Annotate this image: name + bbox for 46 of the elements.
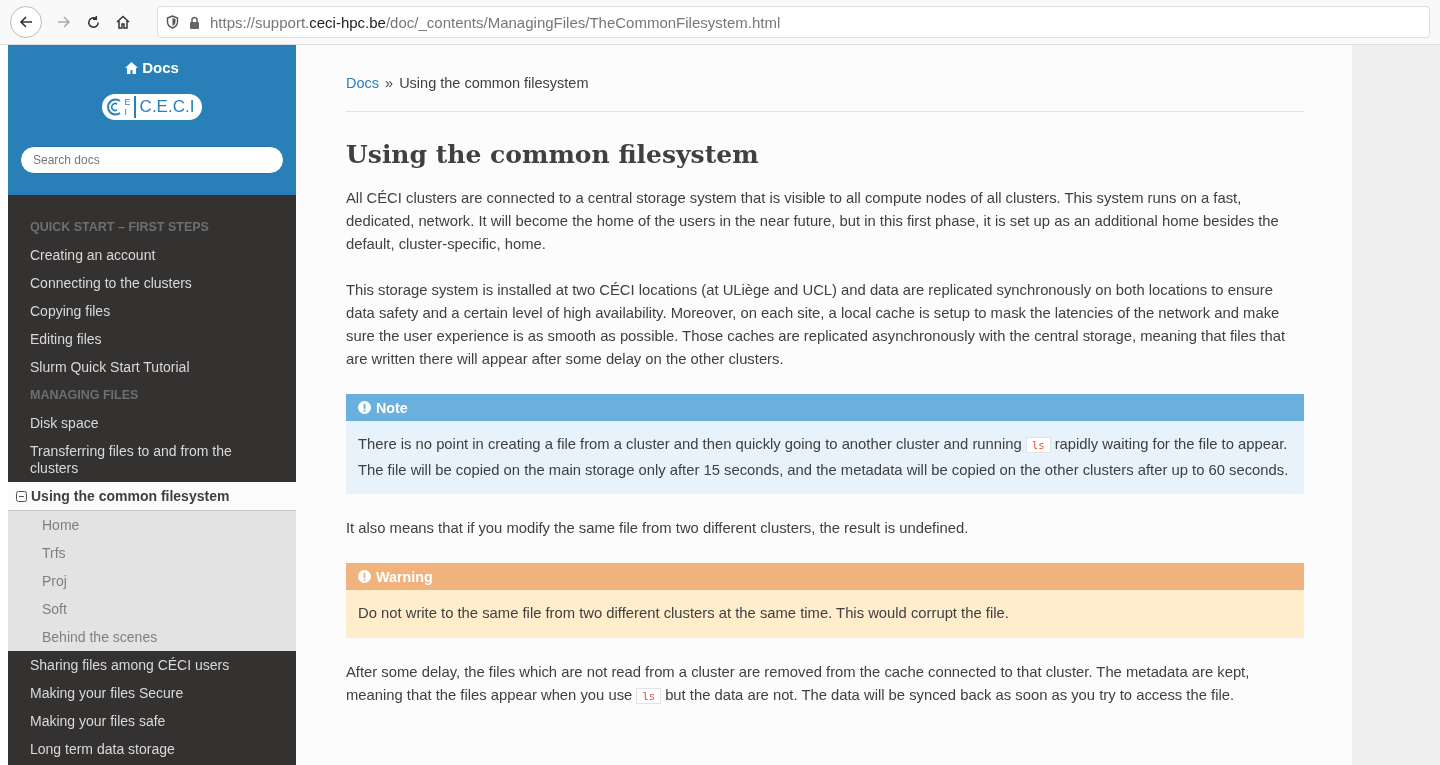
nav-item[interactable]: Disk space (8, 409, 296, 437)
admonition-text: Do not write to the same file from two different clusters at the same time. This would corrupt the file. (357, 604, 1010, 623)
shield-icon (166, 15, 179, 29)
nav-item[interactable]: Making your files safe (8, 707, 296, 735)
address-bar[interactable]: https://support.ceci-hpc.be/doc/_contents/ManagingFiles/TheCommonFilesystem.html (157, 6, 1430, 38)
nav-item[interactable]: Transferring files to and from the clusters (8, 437, 296, 482)
paragraph: All CÉCI clusters are connected to a central storage system that is visible to all compute nodes of all clusters. This system runs on a fast, dedicated, network. It will become the home of the users in the near future, but in this first phase, it is set up as an additional home besides the default, cluster-specific, home. (346, 189, 1280, 254)
collapse-icon (16, 490, 27, 502)
nav-item[interactable]: Sharing files among CÉCI users (8, 651, 296, 679)
paragraph: This storage system is installed at two CÉCI locations (at ULiège and UCL) and data are replicated synchronously on both locations to ensure data safety and a certain level of high availability. Moreover, on each site, a local cache is setup to mask the latencies of the network and make sure the user experience is as smooth as possible. Those caches are replicated asynchronously with the central storage, meaning that files that are written there will appear after some delay on the other clusters. (346, 281, 1287, 369)
inline-code: ls (1025, 437, 1051, 453)
page-title: Using the common filesystem (346, 140, 760, 169)
nav-section-caption: MANAGING FILES (29, 387, 140, 404)
nav-item[interactable]: Using the common filesystem (8, 482, 296, 511)
back-arrow-icon (18, 14, 34, 30)
nav-item[interactable]: Editing files (8, 325, 296, 353)
home-icon (125, 61, 139, 74)
breadcrumb-link[interactable]: Docs (346, 75, 380, 91)
logo-mark-icon (105, 98, 122, 116)
lock-icon (189, 15, 200, 29)
reload-button[interactable] (86, 14, 101, 30)
nav-item[interactable]: Making your files Secure (8, 679, 296, 707)
nav-item[interactable]: Connecting to the clusters (8, 269, 296, 297)
breadcrumb-current: Using the common filesystem (399, 75, 589, 91)
exclamation-circle-icon (358, 401, 371, 414)
forward-arrow-icon (56, 14, 72, 30)
paragraph: It also means that if you modify the same file from two different clusters, the result is undefined. (346, 519, 970, 538)
inline-code: ls (636, 687, 662, 704)
admonition-title: Warning (376, 568, 433, 585)
home-icon (115, 14, 131, 30)
nav-item[interactable]: Slurm Quick Start Tutorial (8, 353, 296, 381)
url-text: https://support.ceci-hpc.be/doc/_contents/ManagingFiles/TheCommonFilesystem.html (210, 13, 781, 31)
home-button[interactable] (115, 14, 131, 30)
admonition-text: There is no point in creating a file from a cluster and then quickly going to another cluster and running ls rapidly waiting for the file to appear. The file will be copied on the main storage only after 15 seconds, and the metadata will be copied on the other clusters after up to 60 seconds. (357, 435, 1290, 480)
nav-item[interactable]: Creating an account (8, 241, 296, 269)
search-field[interactable]: Search docs (20, 146, 284, 174)
docs-home-link[interactable]: Docs (125, 59, 179, 76)
nav-item[interactable]: Long term data storage (8, 735, 296, 763)
nav-section-caption: QUICK START – FIRST STEPS (29, 219, 210, 236)
reload-icon (86, 14, 101, 30)
exclamation-circle-icon (358, 570, 371, 583)
nav-item[interactable]: Copying files (8, 297, 296, 325)
admonition-title: Note (376, 399, 408, 416)
paragraph: After some delay, the files which are not read from a cluster are removed from the cache connected to that cluster. The metadata are kept, meaning that the files appear when you use ls but the data are not. The data will be synced back as soon as you try to access the file. (346, 662, 1251, 706)
breadcrumb-separator: » (385, 75, 394, 91)
back-button[interactable] (10, 6, 42, 38)
